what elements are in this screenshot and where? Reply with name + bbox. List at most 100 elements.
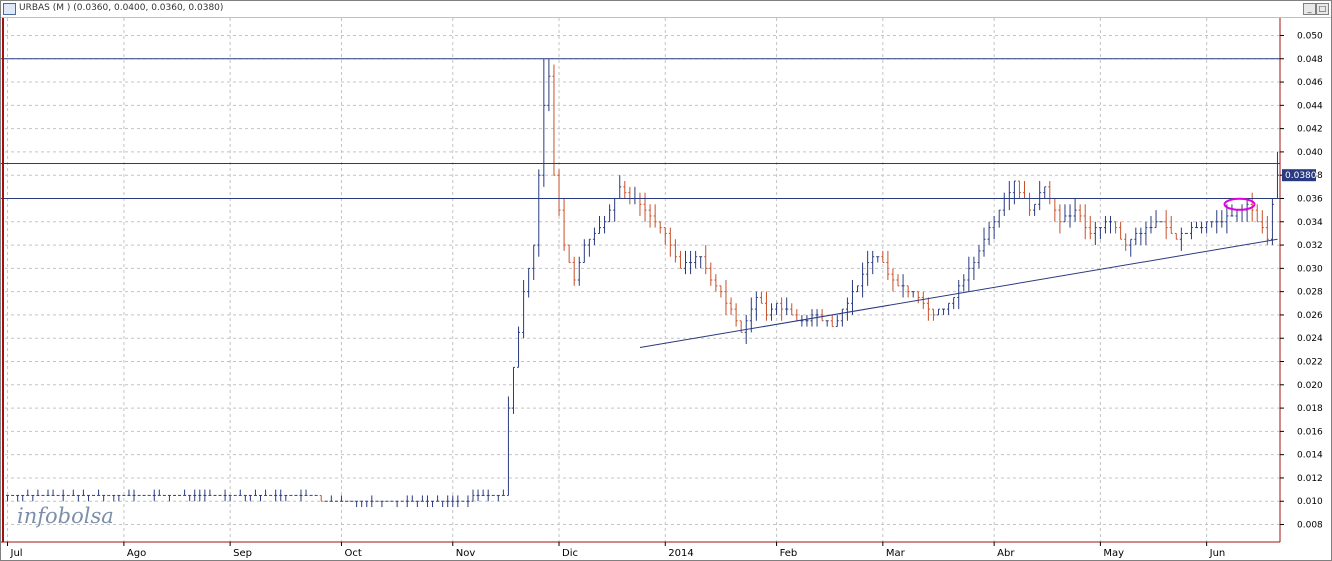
y-tick-label: 0.008 (1297, 521, 1323, 531)
ohlc-bar (921, 291, 925, 310)
ohlc-bar (577, 256, 581, 286)
ohlc-bar (157, 489, 161, 496)
ohlc-bar (942, 308, 946, 315)
ohlc-bar (1144, 221, 1148, 246)
ohlc-bar (876, 256, 880, 263)
ohlc-bar (1134, 227, 1138, 246)
ohlc-bar (1017, 180, 1021, 199)
ohlc-bar (299, 489, 303, 502)
y-tick-label: 0.046 (1297, 78, 1323, 88)
ohlc-bar (850, 280, 854, 315)
ohlc-bar (238, 489, 242, 496)
ohlc-bar (1240, 204, 1244, 222)
ohlc-bar (987, 221, 991, 246)
ohlc-bar (71, 489, 75, 496)
y-tick-label: 0.040 (1297, 148, 1323, 158)
ohlc-bar (26, 489, 30, 496)
ohlc-bar (1205, 221, 1209, 234)
ohlc-bar (304, 489, 308, 496)
ohlc-bar (1114, 221, 1118, 234)
ohlc-bar (856, 285, 860, 293)
ohlc-bar (1028, 192, 1032, 216)
ohlc-bar (582, 239, 586, 264)
axes-frame (1, 18, 1281, 543)
ohlc-bar (658, 221, 662, 234)
minimize-button[interactable]: _ (1303, 3, 1316, 15)
ohlc-bar (592, 227, 596, 246)
ohlc-bar (542, 58, 546, 187)
x-tick-label: Nov (456, 548, 476, 559)
ohlc-bar (203, 489, 207, 502)
x-tick-label: Sep (233, 548, 252, 559)
logo-text: infobolsa (17, 504, 114, 528)
x-tick-label: Oct (344, 548, 361, 559)
ohlc-bar (871, 250, 875, 275)
ohlc-bar (947, 302, 951, 315)
ohlc-chart[interactable]: 0.008 0.010 0.012 0.014 0.016 0.018 0.020 0.022… (1, 18, 1331, 560)
ohlc-bar (785, 297, 789, 315)
ohlc-bar (1119, 221, 1123, 240)
support-trendline (639, 238, 1278, 349)
ohlc-bar (977, 245, 981, 269)
ohlc-bar (881, 250, 885, 264)
ohlc-bar (21, 494, 25, 502)
ohlc-bar (729, 297, 733, 315)
ohlc-bar (709, 262, 713, 286)
ohlc-bar (188, 494, 192, 502)
ohlc-bar (972, 256, 976, 280)
y-tick-label: 0.016 (1297, 427, 1323, 437)
ohlc-bar (638, 192, 642, 216)
y-tick-label: 0.044 (1297, 101, 1323, 111)
ohlc-bar (1088, 215, 1092, 240)
ohlc-bar (997, 209, 1001, 228)
ohlc-bar (16, 494, 20, 502)
maximize-button[interactable]: □ (1316, 3, 1329, 15)
y-tick-label: 0.026 (1297, 311, 1323, 321)
ohlc-bar (420, 495, 424, 502)
ohlc-bar (861, 262, 865, 298)
ohlc-bar (866, 250, 870, 286)
ohlc-bar (6, 494, 10, 502)
ohlc-bar (714, 274, 718, 292)
ohlc-bar (117, 494, 121, 502)
chart-window-icon (3, 3, 16, 15)
ohlc-bar (587, 238, 591, 257)
ohlc-bar (436, 495, 440, 502)
ohlc-bar (355, 500, 359, 508)
ohlc-bar (1078, 204, 1082, 222)
ohlc-bar (441, 500, 445, 508)
ohlc-bar (339, 495, 343, 502)
ohlc-bar (81, 489, 85, 496)
ohlc-bar (223, 489, 227, 502)
ohlc-bar (967, 256, 971, 292)
ohlc-bar (1164, 210, 1168, 240)
ohlc-bar (1022, 181, 1026, 199)
ohlc-bar (1068, 204, 1072, 228)
ohlc-bar (1058, 204, 1062, 234)
ohlc-bar (1179, 227, 1183, 251)
ohlc-bar (552, 64, 556, 176)
ohlc-bar (1048, 181, 1052, 205)
ohlc-bar (1220, 210, 1224, 228)
ohlc-bar (360, 500, 364, 508)
ohlc-bar (618, 175, 622, 199)
ohlc-bar (274, 489, 278, 502)
ohlc-bar (167, 494, 171, 502)
x-tick-label: Jun (1209, 548, 1226, 559)
ohlc-bar (1093, 221, 1097, 246)
ohlc-bar (764, 291, 768, 321)
ohlc-bar (1063, 204, 1067, 223)
logo-part-info: info (17, 504, 58, 528)
ohlc-bar (790, 303, 794, 316)
ohlc-bar (532, 244, 536, 280)
ohlc-bar (962, 274, 966, 292)
y-tick-label: 0.020 (1297, 381, 1323, 391)
ohlc-bar (597, 215, 601, 234)
x-tick-label: Abr (997, 548, 1015, 559)
ohlc-bar (1210, 221, 1214, 228)
last-price-label: 0.0380 (1285, 171, 1317, 181)
support-resistance-lines (1, 58, 1280, 349)
ohlc-bar (1002, 192, 1006, 216)
ohlc-bar (891, 268, 895, 292)
ohlc-bar (208, 489, 212, 496)
